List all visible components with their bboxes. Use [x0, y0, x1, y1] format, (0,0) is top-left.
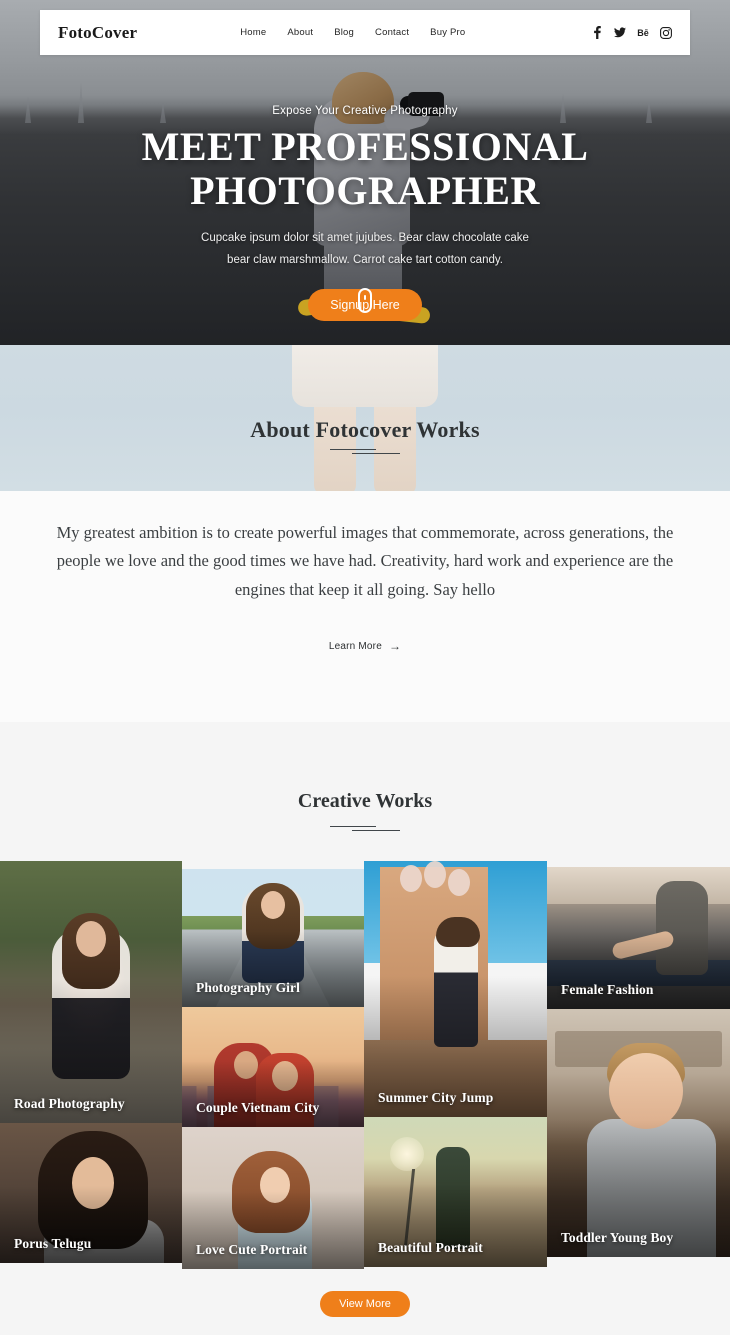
- hero-section: Expose Your Creative Photography MEET PR…: [0, 0, 730, 345]
- gallery-item[interactable]: Toddler Young Boy: [547, 1008, 730, 1257]
- nav-item-contact[interactable]: Contact: [375, 27, 409, 38]
- hero-kicker: Expose Your Creative Photography: [272, 105, 458, 117]
- gallery-column-4: Female Fashion Toddler Young Boy: [547, 861, 730, 1257]
- gallery-item[interactable]: Couple Vietnam City: [182, 1006, 364, 1127]
- hero-title: MEET PROFESSIONAL PHOTOGRAPHER: [141, 124, 589, 213]
- landing-page: Expose Your Creative Photography MEET PR…: [0, 0, 730, 1335]
- gallery-caption: Toddler Young Boy: [561, 1229, 674, 1245]
- gallery-item[interactable]: Porus Telugu: [0, 1122, 182, 1263]
- arrow-right-icon: →: [388, 639, 402, 654]
- gallery-column-1: Road Photography Porus Telugu: [0, 860, 182, 1263]
- brand-logo[interactable]: FotoCover: [58, 23, 137, 43]
- gallery-caption: Summer City Jump: [378, 1089, 494, 1105]
- hero-subtitle: Cupcake ipsum dolor sit amet jujubes. Be…: [201, 232, 529, 267]
- twitter-icon[interactable]: [614, 26, 626, 39]
- nav-item-blog[interactable]: Blog: [334, 27, 354, 38]
- gallery-item[interactable]: Road Photography: [0, 860, 182, 1123]
- social-links: Bē: [591, 26, 672, 39]
- gallery-item[interactable]: Female Fashion: [547, 866, 730, 1009]
- creative-works-section: Creative Works Road Photography Porus Te…: [0, 721, 730, 1335]
- learn-more-link[interactable]: Learn More →: [329, 640, 401, 652]
- works-heading-divider: [330, 824, 400, 834]
- instagram-icon[interactable]: [660, 26, 672, 39]
- gallery-item[interactable]: Photography Girl: [182, 868, 364, 1007]
- nav-item-home[interactable]: Home: [240, 27, 266, 38]
- view-more-wrap: View More: [0, 1268, 730, 1335]
- gallery-caption: Female Fashion: [561, 981, 654, 997]
- view-more-button[interactable]: View More: [320, 1290, 410, 1317]
- heading-divider: [330, 447, 400, 457]
- facebook-icon[interactable]: [591, 26, 603, 39]
- gallery-caption: Love Cute Portrait: [196, 1241, 308, 1257]
- gallery-column-3: Summer City Jump Beautiful Portrait: [364, 860, 547, 1267]
- nav-links: Home About Blog Contact Buy Pro: [240, 27, 465, 38]
- gallery-column-2: Photography Girl Couple Vietnam City Lov…: [182, 861, 364, 1269]
- learn-more-label: Learn More: [328, 640, 382, 652]
- nav-item-buy-pro[interactable]: Buy Pro: [430, 27, 465, 38]
- about-heading: About Fotocover Works: [250, 417, 480, 442]
- works-heading: Creative Works: [297, 789, 433, 812]
- nav-item-about[interactable]: About: [287, 27, 313, 38]
- gallery-caption: Photography Girl: [196, 979, 300, 995]
- works-gallery: Road Photography Porus Telugu Photograph…: [0, 860, 730, 1269]
- top-navigation-bar: FotoCover Home About Blog Contact Buy Pr…: [40, 10, 690, 55]
- caption-shade: [182, 1060, 364, 1127]
- about-paragraph: My greatest ambition is to create powerf…: [56, 523, 674, 599]
- gallery-caption: Couple Vietnam City: [196, 1099, 320, 1115]
- about-copy-section: My greatest ambition is to create powerf…: [0, 491, 730, 654]
- gallery-item[interactable]: Summer City Jump: [364, 860, 547, 1117]
- about-banner: About Fotocover Works: [0, 345, 730, 491]
- gallery-caption: Beautiful Portrait: [378, 1239, 483, 1255]
- gallery-item[interactable]: Love Cute Portrait: [182, 1126, 364, 1269]
- behance-icon[interactable]: Bē: [637, 26, 649, 39]
- mouse-scroll-icon[interactable]: [358, 288, 372, 313]
- about-section-spacer: [0, 653, 730, 722]
- gallery-item[interactable]: Beautiful Portrait: [364, 1116, 547, 1267]
- gallery-caption: Road Photography: [14, 1095, 125, 1111]
- gallery-caption: Porus Telugu: [14, 1235, 92, 1251]
